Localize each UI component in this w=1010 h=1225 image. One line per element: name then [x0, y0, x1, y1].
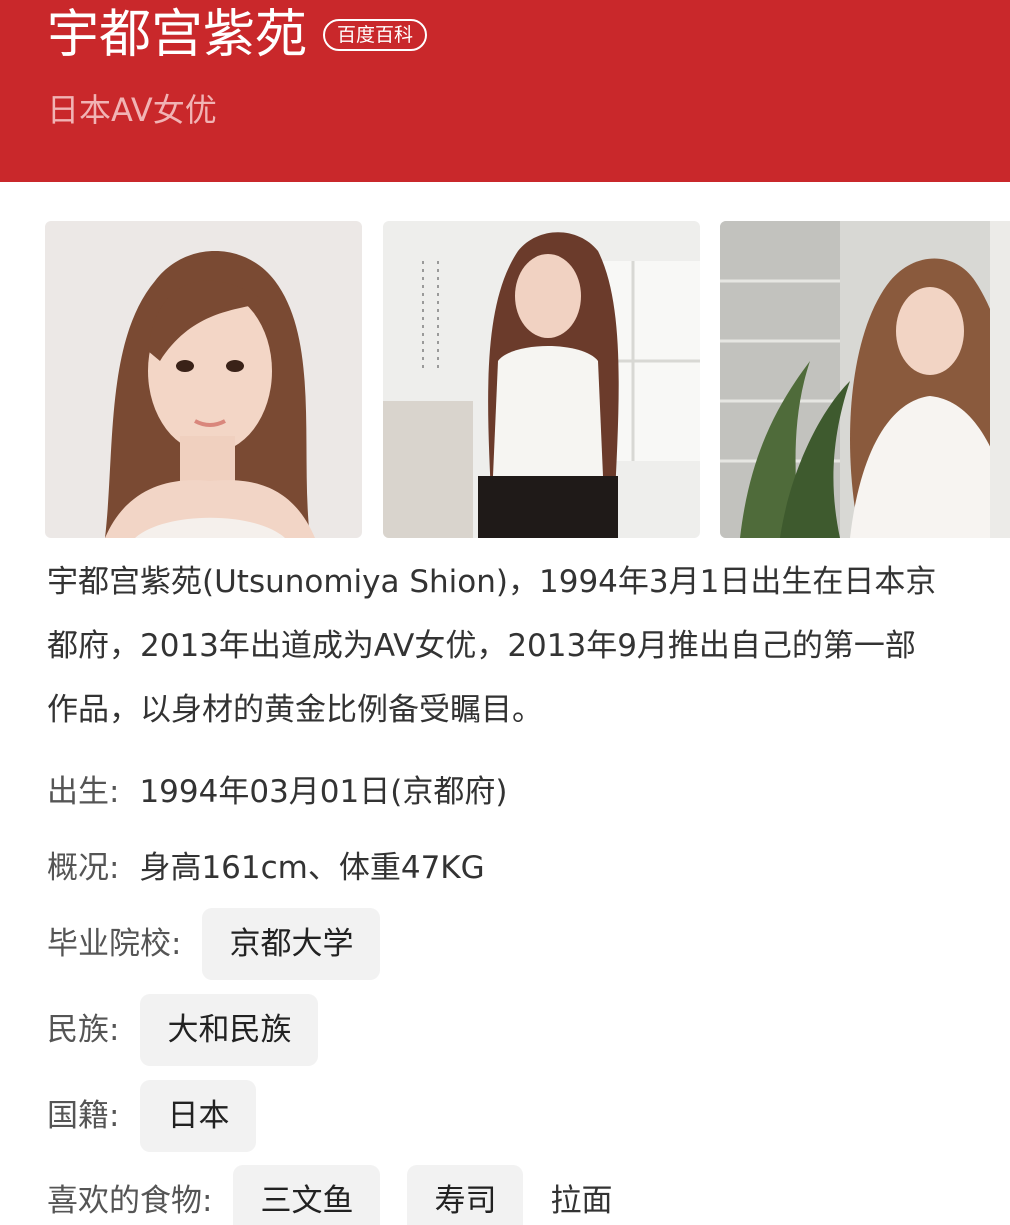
info-row-food: 喜欢的食物: 三文鱼 寿司 拉面: [47, 1165, 612, 1225]
birth-value: 1994年03月01日(京都府): [139, 774, 508, 810]
summary-line-1: 宇都宫紫苑(Utsunomiya Shion)，1994年3月1日出生在日本京: [47, 564, 937, 600]
nationality-tag[interactable]: 日本: [140, 1080, 257, 1152]
gallery-photo-1[interactable]: [45, 221, 362, 538]
school-label: 毕业院校:: [47, 926, 182, 962]
summary-paragraph: 宇都宫紫苑(Utsunomiya Shion)，1994年3月1日出生在日本京 …: [47, 550, 1007, 742]
portrait-photo-image: [45, 221, 362, 538]
school-tag[interactable]: 京都大学: [202, 908, 381, 980]
white-blouse-plants-photo-image: [720, 221, 1010, 538]
summary-line-2: 都府，2013年出道成为AV女优，2013年9月推出自己的第一部: [47, 628, 916, 664]
baike-badge[interactable]: 百度百科: [323, 19, 428, 51]
info-row-nationality: 国籍: 日本: [47, 1080, 257, 1152]
header-banner: 宇都宫紫苑 百度百科 日本AV女优: [0, 0, 1010, 182]
info-row-ethnicity: 民族: 大和民族: [47, 994, 319, 1066]
overview-value: 身高161cm、体重47KG: [139, 850, 485, 886]
food-ramen[interactable]: 拉面: [550, 1165, 612, 1225]
info-row-school: 毕业院校: 京都大学: [47, 908, 381, 980]
gallery-photo-3[interactable]: [720, 221, 1010, 538]
gallery-photo-2[interactable]: [383, 221, 700, 538]
subtitle: 日本AV女优: [47, 91, 217, 129]
food-tag-salmon[interactable]: 三文鱼: [233, 1165, 381, 1225]
ethnicity-tag[interactable]: 大和民族: [140, 994, 319, 1066]
food-tag-sushi[interactable]: 寿司: [407, 1165, 524, 1225]
food-label: 喜欢的食物:: [47, 1183, 213, 1219]
nationality-label: 国籍:: [47, 1098, 120, 1134]
overview-label: 概况:: [47, 850, 120, 886]
ethnicity-label: 民族:: [47, 1012, 120, 1048]
title-row: 宇都宫紫苑 百度百科: [47, 2, 428, 68]
birth-label: 出生:: [47, 774, 120, 810]
info-row-overview: 概况: 身高161cm、体重47KG: [47, 846, 485, 890]
baike-card: 宇都宫紫苑 百度百科 日本AV女优 宇都宫紫苑(Utsunomiya Shion…: [0, 0, 1010, 1225]
info-row-birth: 出生: 1994年03月01日(京都府): [47, 770, 507, 814]
person-name-title[interactable]: 宇都宫紫苑: [47, 2, 307, 68]
white-top-photo-image: [383, 221, 700, 538]
photo-gallery[interactable]: [45, 221, 1010, 538]
summary-line-3: 作品，以身材的黄金比例备受瞩目。: [47, 692, 543, 728]
